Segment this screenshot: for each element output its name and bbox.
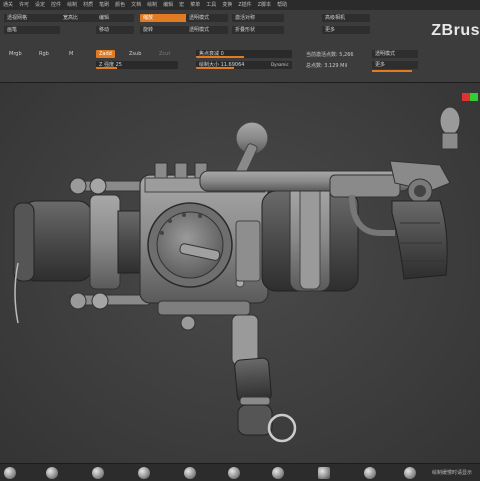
right-btn-4[interactable]: 折叠形状 (232, 26, 284, 34)
menu-item[interactable]: 通关 (0, 0, 16, 10)
menu-item[interactable]: 笔刷 (96, 0, 112, 10)
zcut-toggle[interactable]: Zcut (156, 50, 173, 58)
brush-sphere-icon[interactable] (404, 467, 416, 479)
brush-sphere-icon[interactable] (364, 467, 376, 479)
mrgb-toggle[interactable]: Mrgb (6, 50, 25, 58)
app-logo: ZBrus (431, 22, 480, 39)
menu-item[interactable]: 绘制 (144, 0, 160, 10)
menu-bar: 通关 许可 设定 控件 绘制 材质 笔刷 颜色 文档 绘制 编辑宏菜单 工具 变换 Z插件 Z脚本 帮助 (0, 0, 480, 10)
points-option-underline (372, 70, 412, 72)
focal-shift-fill (196, 56, 244, 58)
draw-size-fill (196, 67, 235, 69)
active-points-readout: 当前激活点数: 5,266 (306, 52, 354, 58)
menu-item[interactable]: 颜色 (112, 0, 128, 10)
rgb-toggle[interactable]: Rgb (36, 50, 52, 58)
toolbar-item-left-3[interactable]: 宽高比 (60, 14, 96, 22)
brush-sphere-icon[interactable] (92, 467, 104, 479)
menu-item[interactable]: 宏 (176, 0, 187, 10)
menu-item[interactable]: 帮助 (274, 0, 290, 10)
menu-item[interactable]: 绘制 (64, 0, 80, 10)
z-intensity-slider[interactable]: Z 强度 25 (96, 61, 178, 69)
menu-item[interactable]: 材质 (80, 0, 96, 10)
menu-item[interactable]: 控件 (48, 0, 64, 10)
toolbar-item-left-2[interactable]: 画笔 (4, 26, 60, 34)
zsub-toggle[interactable]: Zsub (126, 50, 144, 58)
menu-item[interactable]: 编辑 (160, 0, 176, 10)
brush-sphere-icon[interactable] (184, 467, 196, 479)
status-text: 绘制缓慢时请显示 (431, 470, 472, 476)
menu-item[interactable]: 设定 (32, 0, 48, 10)
brush-sphere-icon[interactable] (46, 467, 58, 479)
points-option-2[interactable]: 更多 (372, 61, 418, 69)
menu-item[interactable]: 菜单 (187, 0, 203, 10)
right-btn-5[interactable]: 高级相机 (322, 14, 370, 22)
focal-shift-slider[interactable]: 焦点衰减 0 (196, 50, 292, 58)
right-btn-3[interactable]: 激活对称 (232, 14, 284, 22)
toolbar-item-mid-4[interactable]: 旋转 (140, 26, 188, 34)
m-toggle[interactable]: M (66, 50, 76, 58)
right-btn-2[interactable]: 透明模式 (186, 26, 228, 34)
toolbar-item-mid-2[interactable]: 移动 (96, 26, 134, 34)
z-intensity-fill (96, 67, 117, 69)
top-toolbar: 透视网格 画笔 宽高比 编辑 移动 缩放 旋转 透明模式 透明模式 激活对称 折… (0, 10, 480, 83)
brush-sphere-icon[interactable] (228, 467, 240, 479)
menu-item[interactable]: 工具 (203, 0, 219, 10)
menu-item[interactable]: Z脚本 (255, 0, 274, 10)
right-btn-1[interactable]: 透明模式 (186, 14, 228, 22)
brush-sphere-icon[interactable] (272, 467, 284, 479)
menu-item[interactable]: Z插件 (235, 0, 254, 10)
total-points-readout: 总点数: 3.129 Mil (306, 63, 348, 69)
menu-item[interactable]: 许可 (16, 0, 32, 10)
bottom-shelf: 绘制缓慢时请显示 (0, 463, 480, 481)
menu-item[interactable]: 文档 (128, 0, 144, 10)
blaster-model (13, 93, 478, 443)
brush-sphere-icon[interactable] (138, 467, 150, 479)
menu-item[interactable]: 变换 (219, 0, 235, 10)
toolbar-item-mid-3[interactable]: 缩放 (140, 14, 188, 22)
dynamic-toggle[interactable]: Dynamic (268, 61, 292, 69)
zadd-toggle[interactable]: Zadd (96, 50, 115, 58)
toolbar-item-mid-1[interactable]: 编辑 (96, 14, 134, 22)
cube-icon[interactable] (318, 467, 330, 479)
3d-viewport[interactable] (0, 83, 480, 463)
right-btn-6[interactable]: 更多 (322, 26, 370, 34)
toolbar-item-left-1[interactable]: 透视网格 (4, 14, 60, 22)
brush-sphere-icon[interactable] (4, 467, 16, 479)
points-option-1[interactable]: 透明模式 (372, 50, 418, 58)
